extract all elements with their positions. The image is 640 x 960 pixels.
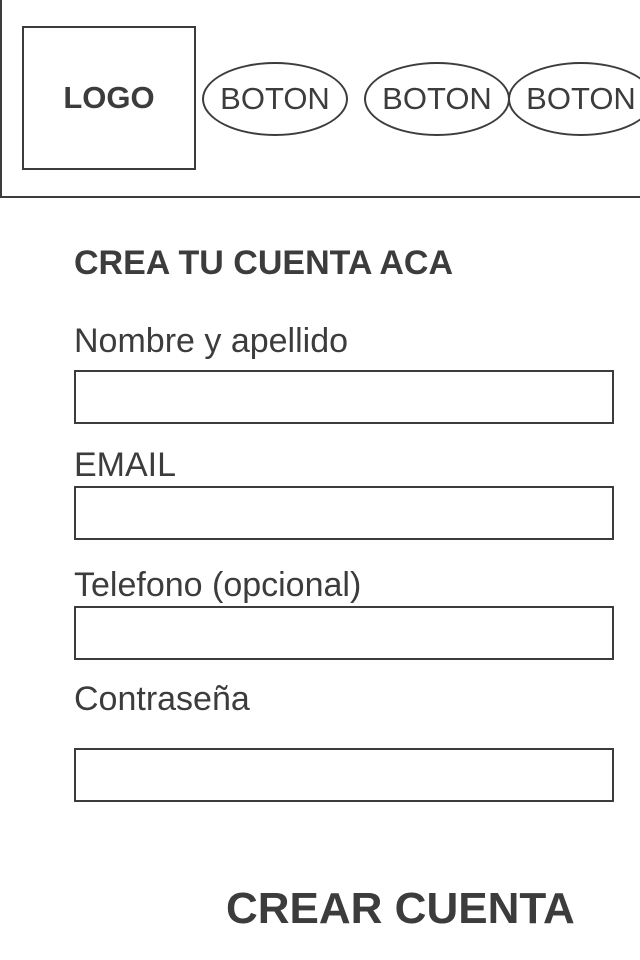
logo: LOGO — [22, 26, 196, 170]
name-field[interactable] — [74, 370, 614, 424]
site-header: LOGO BOTON BOTON BOTON — [0, 0, 640, 198]
password-field[interactable] — [74, 748, 614, 802]
create-account-button[interactable]: CREAR CUENTA — [226, 884, 575, 934]
nav-button-label: BOTON — [220, 81, 330, 116]
nav-button-label: BOTON — [382, 81, 492, 116]
nav-button-2[interactable]: BOTON — [364, 62, 510, 136]
phone-field-label: Telefono (opcional) — [74, 566, 362, 604]
form-title: CREA TU CUENTA ACA — [74, 244, 454, 282]
nav-button-3[interactable]: BOTON — [508, 62, 640, 136]
name-field-label: Nombre y apellido — [74, 322, 349, 360]
password-field-label: Contraseña — [74, 680, 250, 718]
email-field-label: EMAIL — [74, 446, 177, 484]
nav-button-label: BOTON — [526, 81, 636, 116]
phone-field[interactable] — [74, 606, 614, 660]
nav-button-1[interactable]: BOTON — [202, 62, 348, 136]
email-field[interactable] — [74, 486, 614, 540]
logo-label: LOGO — [63, 80, 155, 115]
